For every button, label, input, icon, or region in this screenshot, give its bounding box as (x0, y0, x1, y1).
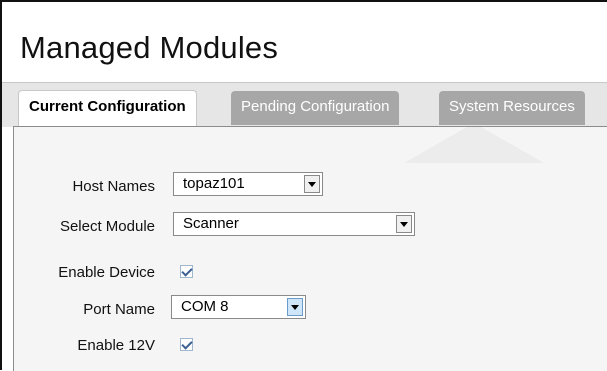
enable-device-checkbox[interactable] (180, 265, 193, 278)
enable-device-label: Enable Device (58, 264, 155, 281)
select-module-label: Select Module (59, 218, 155, 235)
tab-system-resources[interactable]: System Resources (439, 91, 585, 125)
enable-12v-label: Enable 12V (77, 337, 155, 354)
host-names-label: Host Names (72, 178, 155, 195)
tab-pending-configuration[interactable]: Pending Configuration (231, 91, 400, 125)
enable-12v-checkbox[interactable] (180, 338, 193, 351)
checkmark-icon (181, 265, 193, 277)
dropdown-arrow-icon[interactable] (287, 298, 303, 316)
dropdown-arrow-icon[interactable] (396, 215, 412, 233)
port-name-label: Port Name (83, 301, 155, 318)
page-title: Managed Modules (20, 30, 279, 65)
background-watermark (404, 127, 544, 163)
checkmark-icon (181, 338, 193, 350)
host-names-select[interactable]: topaz101 (173, 172, 323, 196)
host-names-value: topaz101 (183, 175, 245, 192)
select-module-value: Scanner (183, 215, 239, 232)
port-name-select[interactable]: COM 8 (171, 295, 306, 319)
configuration-panel: Host Names topaz101 Select Module Scanne… (13, 126, 607, 371)
tab-bar: Current Configuration Pending Configurat… (2, 82, 607, 127)
port-name-value: COM 8 (181, 298, 229, 315)
select-module-select[interactable]: Scanner (173, 212, 415, 236)
tab-current-configuration[interactable]: Current Configuration (18, 90, 197, 127)
managed-modules-window: Managed Modules Current Configuration Pe… (0, 0, 607, 371)
dropdown-arrow-icon[interactable] (304, 175, 320, 193)
